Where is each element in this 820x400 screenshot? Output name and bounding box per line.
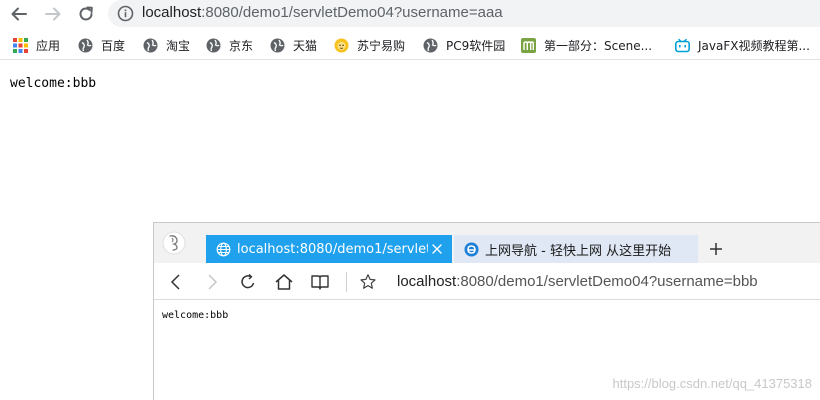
bookmark-jd[interactable]: 京东	[206, 36, 253, 54]
chrome-toolbar: localhost:8080/demo1/servletDemo04?usern…	[0, 0, 820, 28]
arrow-left-icon	[11, 7, 27, 21]
globe-icon	[423, 38, 438, 52]
home-icon	[275, 274, 293, 290]
tab-title: 上网导航 - 轻快上网 从这里开始	[485, 243, 672, 259]
edge-forward-button[interactable]	[200, 270, 224, 294]
edge-logo-icon	[162, 231, 186, 255]
ie-e-icon	[464, 242, 479, 256]
bookmark-javafx[interactable]: JavaFX视频教程第...	[675, 36, 810, 54]
bookmarks-bar: 应用 百度 淘宝 京东 天猫 苏宁易购 PC9软件园 第一部分：Scene...…	[0, 30, 820, 60]
page-welcome-text: welcome:bbb	[10, 76, 97, 91]
suning-lion-icon	[334, 38, 349, 52]
address-bar[interactable]: localhost:8080/demo1/servletDemo04?usern…	[108, 0, 820, 27]
tab-localhost[interactable]: localhost:8080/demo1/servletDem	[206, 235, 452, 263]
globe-icon	[270, 38, 285, 52]
edge-back-button[interactable]	[164, 270, 188, 294]
edge-refresh-button[interactable]	[236, 270, 260, 294]
bookmark-scene[interactable]: 第一部分：Scene...	[521, 36, 652, 54]
bookmark-label: 苏宁易购	[357, 38, 406, 53]
chevron-right-icon	[208, 274, 218, 290]
bilibili-tv-icon	[675, 38, 690, 52]
refresh-icon	[241, 273, 255, 289]
page-welcome-text: welcome:bbb	[162, 310, 229, 321]
globe-icon	[216, 242, 231, 256]
tab-navigation[interactable]: 上网导航 - 轻快上网 从这里开始	[454, 235, 698, 263]
edge-home-button[interactable]	[272, 270, 296, 294]
edge-window: localhost:8080/demo1/servletDem 上网导航 - 轻…	[153, 222, 820, 400]
info-icon[interactable]	[117, 5, 134, 22]
tab-title: localhost:8080/demo1/servletDem	[237, 241, 428, 257]
close-icon	[432, 244, 442, 254]
edge-nav-bar: localhost:8080/demo1/servletDemo04?usern…	[154, 263, 820, 300]
bookmark-label: 京东	[229, 38, 254, 53]
bookmark-label: 应用	[36, 38, 61, 53]
bookmark-suning[interactable]: 苏宁易购	[334, 36, 405, 54]
toolbar-divider	[346, 272, 347, 292]
bookmark-label: 百度	[101, 38, 126, 53]
bookmark-label: JavaFX视频教程第...	[698, 38, 810, 53]
reload-icon	[79, 6, 93, 21]
bookmark-tmall[interactable]: 天猫	[270, 36, 317, 54]
star-icon	[360, 274, 376, 289]
favorite-button[interactable]	[356, 270, 380, 294]
address-host: localhost	[142, 4, 202, 21]
globe-icon	[143, 38, 158, 52]
back-button[interactable]	[7, 2, 31, 26]
new-tab-button[interactable]	[706, 238, 726, 260]
bookmark-taobao[interactable]: 淘宝	[143, 36, 190, 54]
bookmark-apps[interactable]: 应用	[13, 36, 60, 54]
reload-button[interactable]	[74, 2, 98, 26]
watermark: https://blog.csdn.net/qq_41375318	[612, 376, 813, 391]
bookmark-baidu[interactable]: 百度	[78, 36, 125, 54]
m-letter-icon	[521, 37, 536, 53]
bookmark-pc9[interactable]: PC9软件园	[423, 36, 505, 54]
address-url[interactable]: localhost:8080/demo1/servletDemo04?usern…	[142, 3, 503, 23]
bookmark-label: 淘宝	[166, 38, 191, 53]
globe-icon	[206, 38, 221, 52]
edge-reading-view-button[interactable]	[308, 270, 332, 294]
globe-icon	[78, 38, 93, 52]
apps-grid-icon	[13, 37, 28, 53]
address-path: :8080/demo1/servletDemo04?username=aaa	[201, 4, 503, 21]
address-path: :8080/demo1/servletDemo04?username=bbb	[456, 273, 758, 290]
edge-address-bar[interactable]: localhost:8080/demo1/servletDemo04?usern…	[397, 273, 758, 291]
bookmark-label: 第一部分：Scene...	[544, 38, 653, 53]
forward-button[interactable]	[41, 2, 65, 26]
close-tab-button[interactable]	[428, 240, 446, 258]
address-host: localhost	[397, 273, 457, 290]
plus-icon	[710, 243, 722, 255]
bookmark-label: 天猫	[293, 38, 318, 53]
book-icon	[311, 275, 329, 290]
arrow-right-icon	[45, 7, 61, 21]
bookmark-label: PC9软件园	[446, 38, 506, 53]
chevron-left-icon	[170, 274, 180, 290]
edge-tab-bar: localhost:8080/demo1/servletDem 上网导航 - 轻…	[154, 223, 820, 263]
